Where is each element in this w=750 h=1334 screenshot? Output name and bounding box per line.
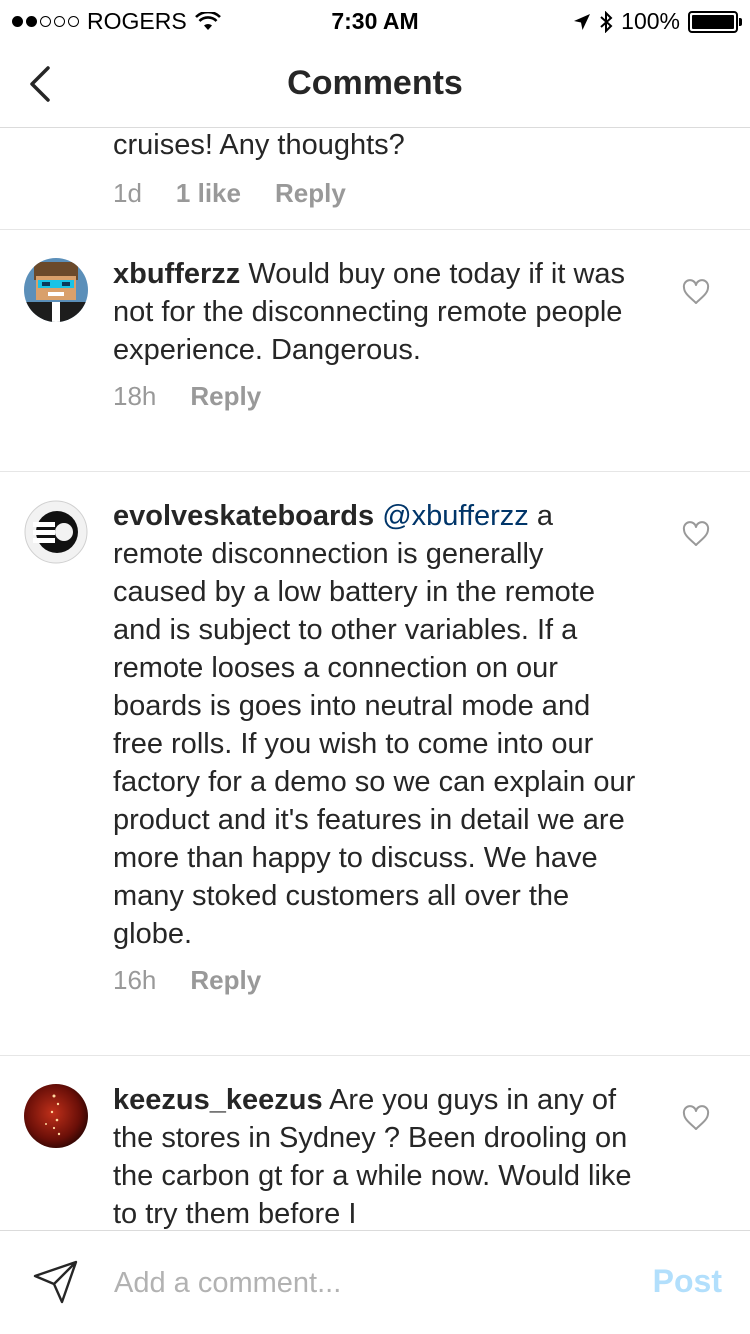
reply-button[interactable]: Reply bbox=[275, 178, 346, 209]
location-arrow-icon bbox=[574, 13, 591, 30]
status-right: 100% bbox=[573, 8, 742, 35]
avatar[interactable] bbox=[24, 258, 88, 322]
comment-text: cruises! Any thoughts? bbox=[113, 129, 405, 161]
page-title: Comments bbox=[287, 64, 463, 102]
nav-bar: Comments bbox=[0, 40, 750, 128]
comment-time: 18h bbox=[113, 381, 157, 411]
comment-list[interactable]: cruises! Any thoughts? 1d 1 like Reply x… bbox=[0, 129, 750, 1230]
likes-count[interactable]: 1 like bbox=[176, 178, 241, 209]
comment-item: xbufferzz Would buy one today if it was … bbox=[0, 230, 750, 472]
comment-composer: Post bbox=[0, 1230, 750, 1334]
comment-mention[interactable]: @xbufferzz bbox=[382, 500, 529, 532]
heart-icon[interactable] bbox=[682, 1105, 710, 1131]
comment-item: keezus_keezus Are you guys in any of the… bbox=[0, 1056, 750, 1230]
battery-percent: 100% bbox=[621, 8, 680, 34]
comment-input[interactable] bbox=[114, 1257, 614, 1309]
status-bar: ROGERS 7:30 AM 100% bbox=[0, 0, 750, 40]
heart-icon[interactable] bbox=[682, 521, 710, 547]
evolve-logo-avatar bbox=[24, 500, 88, 564]
avatar[interactable] bbox=[24, 1084, 88, 1148]
red-dark-avatar bbox=[24, 1084, 88, 1148]
reply-button[interactable]: Reply bbox=[190, 381, 261, 412]
comment-meta: 18h Reply bbox=[0, 381, 750, 412]
comment-text-block: xbufferzz Would buy one today if it was … bbox=[0, 255, 750, 369]
comment-text-block: evolveskateboards @xbufferzz a remote di… bbox=[0, 497, 750, 953]
comment-username[interactable]: evolveskateboards bbox=[113, 500, 374, 532]
comment-text: a remote disconnection is generally caus… bbox=[113, 500, 636, 950]
paper-plane-icon[interactable] bbox=[32, 1259, 80, 1305]
comment-username[interactable]: xbufferzz bbox=[113, 258, 240, 290]
comment-meta: 16h Reply bbox=[0, 965, 750, 996]
avatar[interactable] bbox=[24, 500, 88, 564]
comment-meta: 1d 1 like Reply bbox=[0, 178, 346, 209]
comment-username[interactable]: keezus_keezus bbox=[113, 1084, 323, 1116]
comment-item: evolveskateboards @xbufferzz a remote di… bbox=[0, 472, 750, 1056]
reply-button[interactable]: Reply bbox=[190, 965, 261, 996]
comment-time: 16h bbox=[113, 965, 157, 995]
post-button[interactable]: Post bbox=[653, 1263, 722, 1300]
comment-text-block: keezus_keezus Are you guys in any of the… bbox=[0, 1081, 750, 1230]
bluetooth-icon bbox=[600, 10, 613, 33]
heart-icon[interactable] bbox=[682, 279, 710, 305]
comment-item: cruises! Any thoughts? 1d 1 like Reply bbox=[0, 129, 750, 230]
battery-icon bbox=[688, 10, 742, 33]
pixel-character-avatar bbox=[24, 258, 88, 322]
comment-time: 1d bbox=[113, 178, 142, 208]
